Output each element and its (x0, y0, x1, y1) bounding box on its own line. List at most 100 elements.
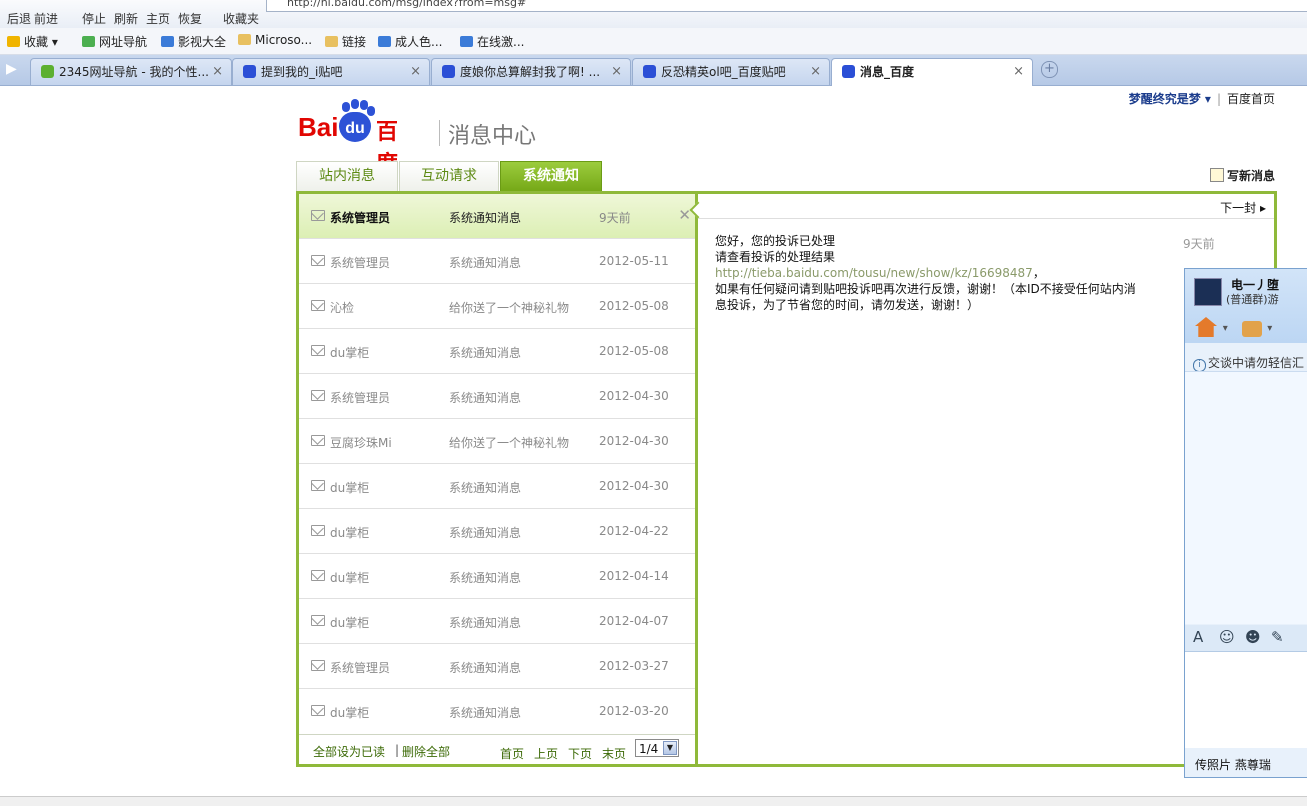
stop-button[interactable]: 停止 (82, 10, 106, 27)
message-row[interactable]: du掌柜 系统通知消息 2012-04-14 (299, 554, 695, 599)
next-message-label: 下一封 (1220, 201, 1257, 215)
close-icon[interactable]: × (410, 59, 421, 85)
refresh-button[interactable]: 刷新 (114, 10, 138, 27)
warning-text: 交谈中请勿轻信汇 (1208, 356, 1305, 370)
fav-adult[interactable]: 成人色... (378, 33, 442, 50)
username-menu[interactable]: 梦醒终究是梦 ▾ (1129, 92, 1211, 106)
message-from: du掌柜 (330, 346, 370, 360)
chat-history (1185, 371, 1307, 624)
next-message-link[interactable]: 下一封 ▸ (1220, 199, 1266, 216)
message-date: 9天前 (599, 211, 631, 225)
fav-links[interactable]: 链接 (325, 33, 366, 50)
fav-collect[interactable]: 收藏 ▾ (7, 33, 58, 50)
qq-chat-window[interactable]: 电一丿堕 (普通群)游 ▾ ▾ i 交谈中请勿轻信汇 A ☺ ☻ ✎ 传照片 燕尊… (1184, 268, 1307, 778)
edit-icon[interactable]: ✎ (1271, 628, 1284, 646)
message-from: du掌柜 (330, 616, 370, 630)
next-page-link[interactable]: 下页 (568, 745, 592, 762)
fav-online[interactable]: 在线激... (460, 33, 524, 50)
message-row[interactable]: 系统管理员 系统通知消息 9天前 ✕ (299, 194, 695, 239)
logo-du: du (339, 112, 371, 142)
envelope-icon (311, 525, 325, 536)
username: 梦醒终究是梦 (1128, 92, 1201, 106)
message-row[interactable]: du掌柜 系统通知消息 2012-03-20 (299, 689, 695, 733)
write-message-button[interactable]: 写新消息 (1209, 167, 1275, 184)
message-row[interactable]: 系统管理员 系统通知消息 2012-05-11 (299, 239, 695, 284)
fav-collect-label: 收藏 (24, 35, 49, 49)
message-date: 2012-05-08 (599, 344, 669, 358)
emoji-icon[interactable]: ☺ (1219, 628, 1235, 646)
browser-tabbar: ▶ 2345网址导航 - 我的个性... × 提到我的_i贴吧 × 度娘你总算解封我… (0, 55, 1307, 86)
browser-tab-2345[interactable]: 2345网址导航 - 我的个性... × (30, 58, 232, 85)
tab-system-notice[interactable]: 系统通知 (500, 161, 602, 193)
sticker-icon[interactable]: ☻ (1245, 628, 1261, 646)
close-icon[interactable]: × (1013, 59, 1024, 85)
message-date: 2012-04-30 (599, 434, 669, 448)
browser-tab-mentions[interactable]: 提到我的_i贴吧 × (232, 58, 430, 85)
message-row[interactable]: du掌柜 系统通知消息 2012-04-22 (299, 509, 695, 554)
fav-adult-label: 成人色... (395, 35, 443, 49)
star-icon (7, 36, 20, 47)
envelope-icon (311, 435, 325, 446)
chevron-down-icon[interactable]: ▾ (1267, 323, 1272, 334)
font-icon[interactable]: A (1193, 628, 1203, 646)
folder-icon[interactable] (1241, 321, 1262, 337)
pencil-icon (1209, 168, 1224, 182)
chevron-down-icon[interactable]: ▾ (1223, 323, 1228, 334)
message-from: 系统管理员 (330, 256, 391, 270)
message-row[interactable]: du掌柜 系统通知消息 2012-05-08 (299, 329, 695, 374)
security-warning: i 交谈中请勿轻信汇 (1193, 354, 1304, 372)
prev-page-link[interactable]: 上页 (534, 745, 558, 762)
browser-tab-messages[interactable]: 消息_百度 × (831, 58, 1033, 86)
folder-icon (325, 36, 338, 47)
back-button[interactable]: 后退 (7, 10, 31, 27)
forward-button[interactable]: 前进 (34, 10, 58, 27)
page-select-value: 1/4 (639, 742, 659, 756)
close-icon[interactable]: × (212, 59, 223, 85)
message-row[interactable]: 系统管理员 系统通知消息 2012-04-30 (299, 374, 695, 419)
message-list: 系统管理员 系统通知消息 9天前 ✕ 系统管理员 系统通知消息 2012-05-… (299, 194, 698, 764)
first-page-link[interactable]: 首页 (500, 745, 524, 762)
close-icon[interactable]: × (611, 59, 622, 85)
message-row[interactable]: du掌柜 系统通知消息 2012-04-07 (299, 599, 695, 644)
page-select[interactable]: 1/4 ▼ (635, 739, 679, 757)
tab-list-icon[interactable]: ▶ (6, 61, 17, 77)
chat-input[interactable] (1185, 651, 1307, 748)
fav-microsoft[interactable]: Microso... (238, 33, 312, 47)
complaint-link[interactable]: http://tieba.baidu.com/tousu/new/show/kz… (715, 266, 1033, 280)
browser-tab-unban[interactable]: 度娘你总算解封我了啊! ... × (431, 58, 631, 85)
envelope-icon (311, 705, 325, 716)
browser-tab-cs[interactable]: 反恐精英ol吧_百度贴吧 × (632, 58, 830, 85)
message-row[interactable]: du掌柜 系统通知消息 2012-04-30 (299, 464, 695, 509)
envelope-icon (311, 210, 325, 221)
message-subject: 系统通知消息 (449, 391, 522, 405)
format-toolbar: A ☺ ☻ ✎ (1185, 625, 1307, 651)
browser-tab-label: 反恐精英ol吧_百度贴吧 (661, 65, 786, 79)
envelope-icon (311, 480, 325, 491)
tab-inbox[interactable]: 站内消息 (296, 161, 398, 192)
fav-video[interactable]: 影视大全 (161, 33, 226, 50)
envelope-icon (311, 570, 325, 581)
paw-pad (351, 99, 359, 109)
ie-icon (460, 36, 473, 47)
message-subject: 系统通知消息 (449, 661, 522, 675)
delete-all-link[interactable]: 删除全部 (402, 743, 450, 760)
home-icon[interactable] (1195, 317, 1217, 337)
mark-all-read-link[interactable]: 全部设为已读 (313, 743, 385, 760)
page-title: 消息中心 (448, 124, 537, 149)
home-button[interactable]: 主页 (146, 10, 170, 27)
message-from: du掌柜 (330, 526, 370, 540)
envelope-icon (311, 255, 325, 266)
tab-interaction[interactable]: 互动请求 (399, 161, 499, 192)
fav-nav[interactable]: 网址导航 (82, 33, 147, 50)
message-row[interactable]: 豆腐珍珠Mi 给你送了一个神秘礼物 2012-04-30 (299, 419, 695, 464)
restore-button[interactable]: 恢复 (178, 10, 202, 27)
message-row[interactable]: 系统管理员 系统通知消息 2012-03-27 (299, 644, 695, 689)
favorites-button[interactable]: 收藏夹 (223, 10, 259, 27)
address-bar[interactable]: http://hi.baidu.com/msg/index?from=msg# (266, 0, 1307, 12)
close-icon[interactable]: × (810, 59, 821, 85)
new-tab-icon[interactable]: + (1041, 61, 1058, 78)
message-row[interactable]: 沁检 给你送了一个神秘礼物 2012-05-08 (299, 284, 695, 329)
last-page-link[interactable]: 末页 (602, 745, 626, 762)
message-date: 2012-04-30 (599, 479, 669, 493)
baidu-home-link[interactable]: 百度首页 (1227, 92, 1275, 106)
